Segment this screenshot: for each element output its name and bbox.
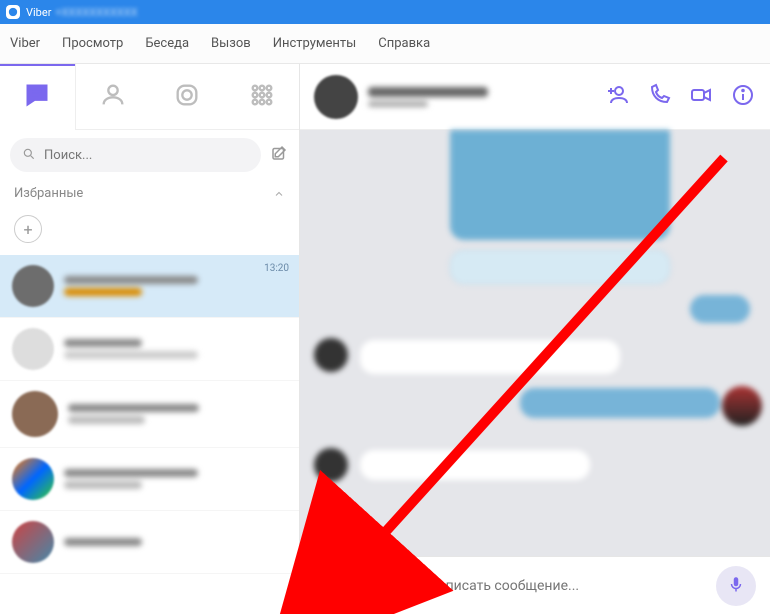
plus-icon: +	[23, 220, 32, 239]
search-row	[0, 130, 299, 180]
search-box[interactable]	[10, 138, 261, 172]
chat-bubble-icon	[23, 81, 51, 113]
new-chat-button[interactable]	[269, 145, 289, 165]
chat-item[interactable]	[0, 448, 299, 511]
menu-call[interactable]: Вызов	[211, 36, 251, 51]
messages-area[interactable]	[300, 130, 770, 556]
chat-name-block	[368, 87, 488, 107]
attach-button[interactable]	[314, 574, 338, 598]
video-icon	[689, 83, 713, 111]
avatar	[12, 521, 54, 563]
menu-help[interactable]: Справка	[378, 36, 430, 51]
avatar	[12, 391, 58, 437]
chat-item[interactable]	[0, 381, 299, 448]
sidebar: Избранные + 13:20	[0, 64, 300, 614]
microphone-icon	[727, 575, 745, 597]
chat-header	[300, 64, 770, 130]
add-favorite-button[interactable]: +	[14, 215, 42, 243]
at-icon	[353, 573, 375, 599]
title-phone: +XXXXXXXXXXX	[55, 6, 137, 19]
avatar	[12, 328, 54, 370]
avatar	[12, 265, 54, 307]
tab-contacts[interactable]	[76, 64, 151, 130]
search-icon	[22, 146, 36, 165]
info-button[interactable]	[730, 84, 756, 110]
chevron-up-icon	[273, 188, 285, 200]
chat-item[interactable]: 13:20	[0, 255, 299, 318]
favorites-header[interactable]: Избранные	[0, 180, 299, 207]
mention-button[interactable]	[352, 574, 376, 598]
avatar	[12, 458, 54, 500]
info-icon	[731, 83, 755, 111]
viber-app-icon	[6, 5, 20, 19]
search-input[interactable]	[44, 148, 249, 163]
chat-item[interactable]	[0, 318, 299, 381]
menu-viber[interactable]: Viber	[10, 36, 40, 51]
title-bar: Viber +XXXXXXXXXXX	[0, 0, 770, 24]
phone-icon	[647, 83, 671, 111]
contact-icon	[99, 81, 127, 113]
video-call-button[interactable]	[688, 84, 714, 110]
compose-icon	[270, 144, 288, 166]
message-input-bar	[300, 556, 770, 614]
sticker-icon	[391, 573, 413, 599]
chat-item[interactable]	[0, 511, 299, 574]
menu-bar: Viber Просмотр Беседа Вызов Инструменты …	[0, 24, 770, 64]
tab-more[interactable]	[225, 64, 300, 130]
chat-time: 13:20	[264, 263, 289, 274]
chat-pane	[300, 64, 770, 614]
chat-list: 13:20	[0, 255, 299, 614]
menu-chat[interactable]: Беседа	[145, 36, 189, 51]
sticker-button[interactable]	[390, 574, 414, 598]
sidebar-tabs	[0, 64, 299, 130]
tab-explore[interactable]	[150, 64, 225, 130]
explore-icon	[173, 81, 201, 113]
menu-tools[interactable]: Инструменты	[273, 36, 357, 51]
add-contact-icon	[605, 83, 629, 111]
menu-view[interactable]: Просмотр	[62, 36, 123, 51]
grid-icon	[248, 81, 276, 113]
call-button[interactable]	[646, 84, 672, 110]
add-contact-button[interactable]	[604, 84, 630, 110]
tab-chats[interactable]	[0, 64, 76, 130]
chat-avatar[interactable]	[314, 75, 358, 119]
title-app-name: Viber	[26, 6, 51, 19]
plus-icon	[315, 573, 337, 599]
message-input[interactable]	[428, 578, 702, 594]
favorites-label: Избранные	[14, 186, 83, 201]
voice-message-button[interactable]	[716, 566, 756, 606]
